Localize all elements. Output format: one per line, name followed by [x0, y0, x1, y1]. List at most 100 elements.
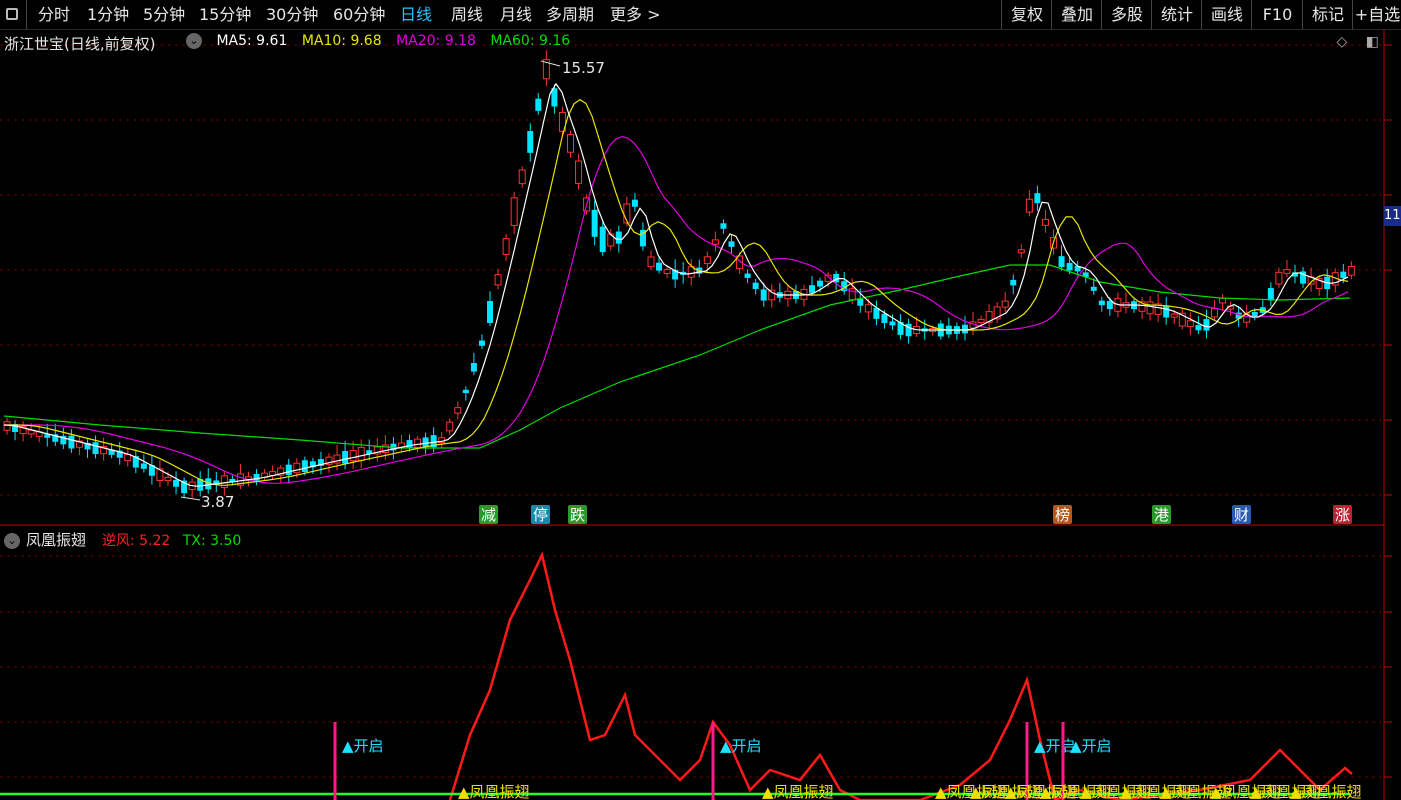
candle-body	[567, 133, 574, 153]
open-signal-label: ▲开启	[342, 737, 384, 755]
candle-body	[140, 463, 147, 469]
candle-body	[1283, 269, 1291, 274]
candle-body	[1058, 256, 1065, 268]
candle-body	[470, 363, 477, 372]
phoenix-signal-label: ▲凤凰振翅	[762, 783, 834, 800]
toolbar-button-0[interactable]: 复权	[1001, 0, 1052, 29]
phoenix-signal-label: ▲凤凰振翅	[1290, 783, 1362, 800]
candle-body	[1106, 300, 1113, 310]
candle-body	[406, 440, 413, 449]
period-tab-2[interactable]: 5分钟	[143, 0, 185, 29]
candle-body	[1146, 301, 1154, 315]
candle-body	[1170, 313, 1178, 318]
candle-body	[857, 298, 864, 306]
event-marker-0[interactable]: 减	[479, 505, 498, 524]
ma60-value: MA60: 9.16	[490, 33, 571, 49]
candle-body	[527, 131, 534, 153]
diamond-icon[interactable]: ◇	[1337, 34, 1348, 50]
legend-toggle-icon[interactable]: ⌄	[186, 33, 202, 49]
candle-body	[349, 450, 357, 462]
candle-body	[1251, 312, 1258, 317]
low-marker: 3.87	[180, 493, 234, 511]
event-marker-3[interactable]: 榜	[1053, 505, 1072, 524]
candle-body	[1211, 308, 1218, 318]
candle-body	[1025, 198, 1033, 213]
toolbar-button-5[interactable]: F10	[1251, 0, 1303, 29]
candle-body	[575, 160, 583, 184]
event-marker-4[interactable]: 港	[1152, 505, 1171, 524]
candle-body	[631, 199, 638, 207]
period-tab-1[interactable]: 1分钟	[87, 0, 129, 29]
candle-body	[1219, 297, 1227, 304]
ma-legend: ⌄ MA5: 9.61 MA10: 9.68 MA20: 9.18 MA60: …	[186, 33, 580, 49]
candle-body	[518, 169, 526, 185]
period-tab-6[interactable]: 日线	[400, 0, 432, 29]
period-tab-3[interactable]: 15分钟	[199, 0, 251, 29]
period-tab-5[interactable]: 60分钟	[333, 0, 385, 29]
menu-icon[interactable]	[0, 0, 27, 29]
toolbar-button-3[interactable]: 统计	[1151, 0, 1202, 29]
toolbar-button-1[interactable]: 叠加	[1051, 0, 1102, 29]
stock-title: 浙江世宝(日线,前复权)	[4, 35, 156, 53]
toolbar-button-2[interactable]: 多股	[1101, 0, 1152, 29]
toolbar-button-6[interactable]: 标记	[1302, 0, 1353, 29]
event-marker-5[interactable]: 财	[1232, 505, 1251, 524]
period-tab-7[interactable]: 周线	[451, 0, 483, 29]
indicator-gridlines	[0, 555, 1392, 778]
ma20-value: MA20: 9.18	[396, 33, 476, 49]
candle-body	[357, 446, 365, 461]
candle-body	[1041, 218, 1049, 226]
event-marker-6[interactable]: 涨	[1333, 505, 1352, 524]
chart-options: ◇ ◧	[1337, 34, 1379, 50]
candle-body	[494, 274, 502, 286]
candle-body	[535, 98, 542, 111]
candle-body	[478, 340, 485, 346]
period-tab-0[interactable]: 分时	[38, 0, 70, 29]
indicator-toggle-icon[interactable]: ⌄	[4, 532, 20, 549]
event-marker-2[interactable]: 跌	[568, 505, 587, 524]
indicator-name[interactable]: 凤凰振翅	[26, 531, 86, 549]
candle-body	[720, 223, 727, 229]
event-marker-1[interactable]: 停	[531, 505, 550, 524]
ma60-line	[3, 264, 1351, 449]
period-toolbar: 分时 1分钟 5分钟 15分钟 30分钟 60分钟 日线 周线 月线 多周期 更多 > 复权 叠加 多股…	[0, 0, 1401, 30]
candle-body	[68, 435, 75, 449]
panel-toggle-icon[interactable]: ◧	[1366, 34, 1379, 50]
signal-bar	[333, 722, 337, 800]
nifeng-line	[448, 551, 1353, 800]
candle-body	[1098, 300, 1105, 306]
toolbar-button-7[interactable]: +自选	[1352, 0, 1401, 29]
svg-text:跌: 跌	[570, 506, 585, 524]
candle-body	[881, 313, 888, 324]
candle-body	[1163, 305, 1170, 318]
candle-body	[414, 438, 422, 448]
svg-text:减: 减	[481, 506, 496, 524]
indicator-title-row: ⌄ 凤凰振翅	[4, 529, 86, 550]
ma5-line	[3, 82, 1349, 487]
candle-body	[599, 226, 606, 253]
candle-body	[342, 450, 349, 464]
candle-body	[1267, 288, 1274, 301]
event-markers[interactable]: 减停跌榜港财涨	[479, 505, 1352, 524]
candle-body	[711, 239, 719, 245]
tx-value: TX: 3.50	[182, 533, 242, 549]
candle-body	[454, 407, 462, 414]
svg-text:港: 港	[1154, 506, 1169, 524]
period-tab-10[interactable]: 更多 >	[610, 0, 661, 29]
toolbar-button-4[interactable]: 画线	[1201, 0, 1252, 29]
period-tab-4[interactable]: 30分钟	[266, 0, 318, 29]
candle-body	[656, 262, 663, 271]
candle-body	[462, 389, 469, 394]
ma10-value: MA10: 9.68	[301, 33, 382, 49]
candle-body	[1203, 319, 1210, 331]
candle-body	[591, 209, 598, 237]
candle-body	[817, 280, 824, 287]
candle-body	[487, 301, 493, 323]
chart-canvas[interactable]: 15.57 3.87 减停跌榜港财涨 ▲开启 ▲开启 ▲开启▲开启▲凤凰振翅 ▲凤凰振…	[0, 0, 1401, 800]
candle-body	[703, 256, 711, 265]
period-tab-9[interactable]: 多周期	[546, 0, 594, 29]
candle-body	[728, 241, 735, 247]
candle-body	[1186, 320, 1194, 328]
signal-bar	[711, 722, 715, 800]
period-tab-8[interactable]: 月线	[500, 0, 532, 29]
